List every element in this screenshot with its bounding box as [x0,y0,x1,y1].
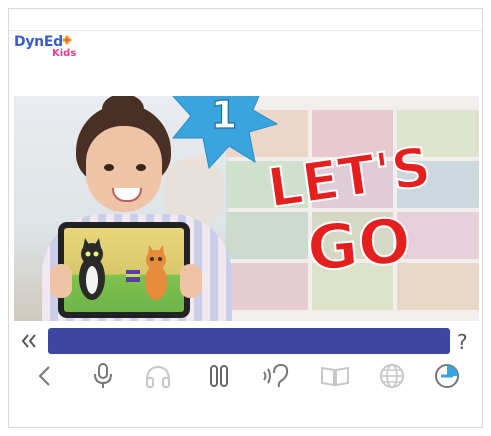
flower-icon [62,35,72,45]
header-divider [9,30,482,31]
lesson-intro-scene: 1 LET'S GO [14,96,479,321]
title-line-2: GO [304,204,414,286]
pause-icon [210,365,228,387]
logo-sub-text: Kids [52,48,77,59]
globe-button[interactable] [377,360,407,392]
lets-go-title: LET'S GO [263,134,436,286]
microphone-button[interactable] [88,360,118,392]
chevron-left-icon [38,366,50,386]
listen-button[interactable] [260,360,290,392]
timer-button[interactable] [432,360,462,392]
dyned-kids-logo: DynEd Kids [14,34,84,64]
headphones-button[interactable] [143,360,173,392]
help-button[interactable]: ? [457,330,468,354]
microphone-icon [94,363,112,388]
bottom-toolbar [0,360,491,394]
title-line-1: LET'S [264,135,435,220]
double-chevron-left-icon [21,334,36,348]
back-button[interactable] [30,360,60,392]
book-button[interactable] [320,360,350,392]
rewind-button[interactable] [20,332,38,350]
book-icon [321,366,349,387]
ear-icon [263,363,289,388]
pause-button[interactable] [204,360,234,392]
headphones-icon [146,365,170,388]
globe-icon [380,364,404,388]
timer-icon [435,364,459,388]
lesson-progress-bar[interactable] [48,328,450,354]
